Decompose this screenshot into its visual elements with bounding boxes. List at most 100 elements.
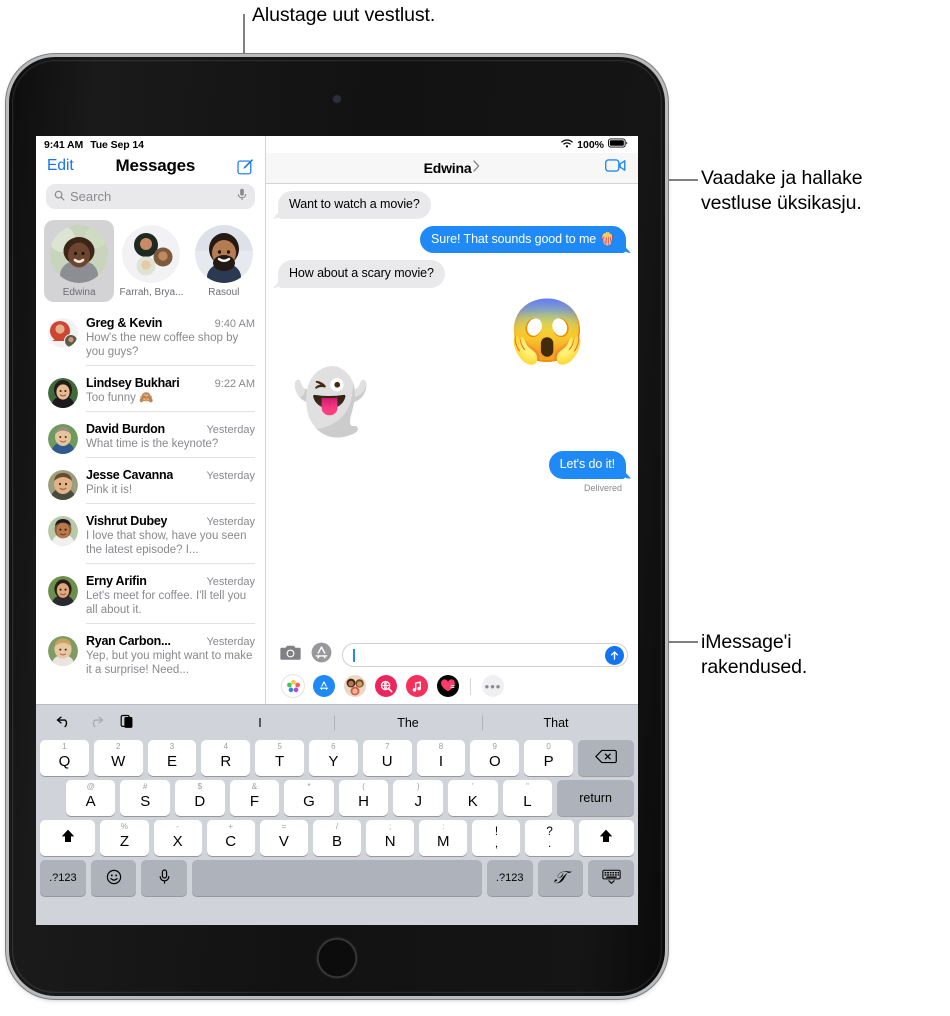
music-app-icon[interactable] [406,675,428,697]
message-row-sticker: 😱 [278,300,626,363]
key-r[interactable]: 4R [201,740,251,776]
key-l[interactable]: " L [502,780,553,816]
paste-icon[interactable] [120,714,134,732]
key-x[interactable]: -X [153,820,202,856]
list-item[interactable]: Ryan Carbon... Yesterday Yep, but you mi… [36,628,265,687]
key-b[interactable]: / B [312,820,362,856]
message-bubble[interactable]: Want to watch a movie? [278,191,431,219]
digital-touch-icon[interactable] [437,675,459,697]
key-q[interactable]: 1Q [40,740,89,776]
key-alt-label: 9 [492,742,497,751]
key-numbers-left[interactable]: .?123 [40,860,86,896]
conversation-list[interactable]: Greg & Kevin 9:40 AM How's the new coffe… [36,310,265,704]
key-p[interactable]: 0P [524,740,573,776]
message-bubble[interactable]: Sure! That sounds good to me 🍿 [420,225,626,254]
key-numbers-right[interactable]: .?123 [486,860,533,896]
app-store-app-icon[interactable] [313,675,335,697]
key-return[interactable]: return [557,780,635,816]
suggestion-3[interactable]: That [482,716,630,730]
key-backspace[interactable] [577,740,635,776]
image-search-icon[interactable] [375,675,397,697]
microphone-icon[interactable] [237,188,247,206]
key-n[interactable]: ; N [366,820,415,856]
avatar [48,470,78,501]
message-bubble[interactable]: How about a scary movie? [278,260,445,288]
key-z[interactable]: % Z [100,820,149,856]
key-i[interactable]: 8I [416,740,466,776]
compose-icon[interactable] [237,158,254,175]
app-store-icon[interactable] [311,642,332,668]
key-shift-right[interactable] [578,820,634,856]
pinned-item-group[interactable]: Farrah, Brya... [116,220,186,302]
key-k[interactable]: ' K [447,780,498,816]
key-label: A [85,793,96,810]
key-emoji[interactable] [90,860,137,896]
key-o[interactable]: 9O [470,740,520,776]
key-s[interactable]: # S [120,780,171,816]
key-f[interactable]: & F [229,780,280,816]
key-shift-left[interactable] [40,820,96,856]
key-alt-label: 7 [384,742,390,751]
sidebar-nav-bar: Edit Messages [36,153,265,184]
list-item[interactable]: Vishrut Dubey Yesterday I love that show… [36,508,265,568]
key-a[interactable]: @ A [65,780,116,816]
key-question-period[interactable]: ? . [525,820,574,856]
message-input[interactable] [342,643,628,667]
key-h[interactable]: (H [338,780,389,816]
key-label: S [140,793,151,810]
message-bubble[interactable]: Let's do it! [548,450,626,479]
key-e[interactable]: 3E [147,740,197,776]
suggestion-2[interactable]: The [334,716,482,730]
video-camera-icon[interactable] [605,159,626,178]
message-row: How about a scary movie? [278,260,626,288]
search-input[interactable]: Search [46,184,255,209]
key-dictation[interactable] [141,860,188,896]
message-thread[interactable]: Want to watch a movie? Sure! That sounds… [266,184,638,636]
key-y[interactable]: 6Y [308,740,358,776]
memoji-stickers-icon[interactable] [344,675,366,697]
key-j[interactable]: ) J [393,780,443,816]
key-w[interactable]: 2W [93,740,143,776]
key-v[interactable]: = V [259,820,308,856]
message-row: Want to watch a movie? [278,191,626,219]
more-apps-button[interactable]: ••• [482,675,504,697]
conversation-name: Lindsey Bukhari [86,376,180,391]
key-alt-label: " [525,782,529,791]
key-m[interactable]: :M [419,820,468,856]
list-item[interactable]: Erny Arifin Yesterday Let's meet for cof… [36,568,265,628]
list-item[interactable]: Jesse Cavanna Yesterday Pink it is! [36,462,265,508]
key-c[interactable]: + C [206,820,255,856]
handwriting-pen-icon: 𝒯 [553,868,567,887]
list-item-body: Greg & Kevin 9:40 AM How's the new coffe… [86,316,255,367]
send-button[interactable] [605,645,624,665]
key-handwriting[interactable]: 𝒯 [537,860,584,896]
pinned-item-edwina[interactable]: Edwina [44,220,115,302]
memoji-sticker[interactable]: 👻 [292,371,369,434]
list-item[interactable]: Greg & Kevin 9:40 AM How's the new coffe… [36,310,265,370]
home-button[interactable] [317,938,357,978]
key-label-bottom: . [547,838,552,850]
key-exclamation-comma[interactable]: ! , [472,820,521,856]
list-item[interactable]: David Burdon Yesterday What time is the … [36,416,265,462]
memoji-sticker[interactable]: 😱 [509,300,586,363]
list-item-body: Jesse Cavanna Yesterday Pink it is! [86,468,255,505]
pinned-item-label: Farrah, Brya... [119,287,184,298]
list-item[interactable]: Lindsey Bukhari 9:22 AM Too funny 🙈 [36,370,265,416]
camera-icon[interactable] [280,644,301,666]
key-u[interactable]: 7U [362,740,412,776]
pinned-item-rasoul[interactable]: Rasoul [189,220,259,302]
key-t[interactable]: 5T [255,740,304,776]
key-space[interactable] [192,860,482,896]
key-alt-label: + [228,822,234,831]
edit-button[interactable]: Edit [47,157,74,175]
key-g[interactable]: * G [284,780,334,816]
key-hide-keyboard[interactable] [588,860,635,896]
suggestion-1[interactable]: I [186,716,334,730]
conversation-title-button[interactable]: Edwina [424,159,481,177]
undo-icon[interactable] [56,714,72,731]
redo-icon[interactable] [88,714,104,731]
key-d[interactable]: $ D [175,780,225,816]
photos-app-icon[interactable] [282,675,304,697]
key-label: K [467,793,478,810]
delivered-status: Delivered [583,482,622,493]
